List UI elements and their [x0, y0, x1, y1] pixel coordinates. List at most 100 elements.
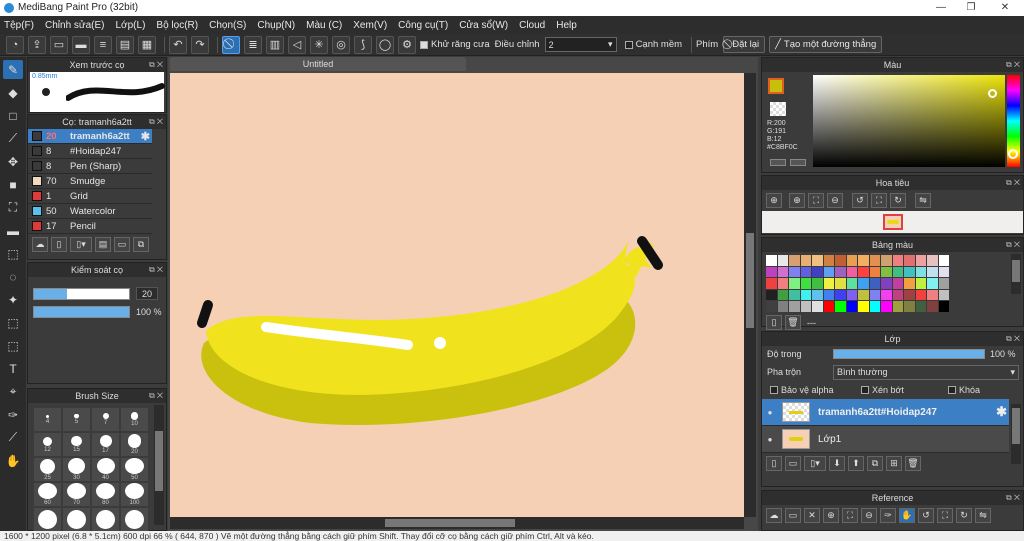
delete-palette-icon[interactable]: 🗑: [785, 315, 801, 330]
float-icon[interactable]: ⧉ ✕: [1006, 58, 1020, 72]
brush-size-cell[interactable]: 50: [120, 457, 149, 482]
eyedropper-icon[interactable]: ✑: [3, 405, 23, 424]
transparent-swatch[interactable]: [770, 102, 786, 116]
palette-swatch[interactable]: [881, 301, 892, 312]
brush-size-cell[interactable]: 10: [120, 407, 149, 432]
brush-item[interactable]: 50 Watercolor: [28, 204, 152, 219]
navigator-preview[interactable]: [762, 211, 1023, 233]
palette-swatch[interactable]: [846, 255, 857, 266]
scrollbar-thumb[interactable]: [746, 233, 754, 328]
brush-size-cell[interactable]: 70: [62, 482, 91, 507]
delete-layer-icon[interactable]: 🗑: [905, 455, 921, 471]
palette-swatch[interactable]: [777, 301, 788, 312]
layer-scrollbar[interactable]: [1011, 404, 1021, 464]
flip-icon[interactable]: ⇋: [975, 507, 991, 523]
add-color-icon[interactable]: [770, 159, 786, 166]
brush-size-cell[interactable]: 7: [91, 407, 120, 432]
palette-swatch[interactable]: [812, 278, 823, 289]
palette-swatch[interactable]: [823, 301, 834, 312]
antialias-checkbox[interactable]: [420, 40, 428, 49]
zoom-out-icon[interactable]: ⊖: [861, 507, 877, 523]
brush-size-cell[interactable]: [91, 507, 120, 532]
palette-swatch[interactable]: [812, 301, 823, 312]
operation-tool-icon[interactable]: ⌖: [3, 382, 23, 401]
palette-swatch[interactable]: [789, 266, 800, 277]
minimize-button[interactable]: —: [926, 0, 956, 16]
float-icon[interactable]: ⧉ ✕: [149, 58, 163, 72]
scrollbar-thumb[interactable]: [155, 431, 163, 491]
brush-size-cell[interactable]: 5: [62, 407, 91, 432]
palette-swatch[interactable]: [800, 289, 811, 300]
palette-swatch[interactable]: [915, 289, 926, 300]
dot-tool-icon[interactable]: ⟋: [3, 129, 23, 148]
palette-swatch[interactable]: [915, 301, 926, 312]
eye-icon[interactable]: ●: [762, 408, 778, 417]
palette-swatch[interactable]: [823, 255, 834, 266]
undo-icon[interactable]: ↶: [169, 35, 187, 54]
float-icon[interactable]: ⧉ ✕: [1006, 332, 1020, 346]
brush-settings-icon[interactable]: ▤: [95, 236, 111, 252]
menu-item[interactable]: Chỉnh sửa(E): [45, 20, 105, 31]
add-layer-icon[interactable]: ▯▾: [804, 455, 826, 471]
palette-swatch[interactable]: [858, 301, 869, 312]
float-icon[interactable]: ⧉ ✕: [1006, 491, 1020, 505]
palette-swatch[interactable]: [812, 266, 823, 277]
new-layer-icon[interactable]: ▯: [766, 455, 782, 471]
palette-swatch[interactable]: [858, 289, 869, 300]
palette-swatch[interactable]: [800, 255, 811, 266]
text-tool-icon[interactable]: T: [3, 359, 23, 378]
dropper-icon[interactable]: ⟋: [3, 428, 23, 447]
palette-swatch[interactable]: [800, 278, 811, 289]
lock-checkbox[interactable]: [948, 386, 956, 394]
palette-swatch[interactable]: [892, 255, 903, 266]
palette-swatch[interactable]: [927, 255, 938, 266]
speech-icon[interactable]: ▭: [50, 35, 68, 54]
palette-swatch[interactable]: [800, 301, 811, 312]
brush-item[interactable]: 17 Pencil: [28, 219, 152, 234]
brush-size-cell[interactable]: [62, 507, 91, 532]
eraser-fill-icon[interactable]: ◔: [6, 35, 24, 54]
palette-swatch[interactable]: [766, 255, 777, 266]
hue-slider[interactable]: [1007, 75, 1020, 167]
palette-swatch[interactable]: [904, 278, 915, 289]
rect-tool-icon[interactable]: □: [3, 106, 23, 125]
snap-settings-icon[interactable]: ⚙: [398, 35, 416, 54]
palette-swatch[interactable]: [766, 266, 777, 277]
palette-swatch[interactable]: [766, 278, 777, 289]
brush-size-cell[interactable]: 30: [62, 457, 91, 482]
snap-grid-icon[interactable]: ▥: [266, 35, 284, 54]
fit-icon[interactable]: ⛶: [808, 192, 824, 208]
palette-swatch[interactable]: [938, 266, 949, 277]
drawing-canvas[interactable]: [170, 73, 744, 517]
scrollbar-thumb[interactable]: [1012, 260, 1020, 282]
float-icon[interactable]: ⧉ ✕: [149, 115, 163, 129]
palette-swatch[interactable]: [835, 289, 846, 300]
palette-swatch[interactable]: [915, 255, 926, 266]
bucket-tool-icon[interactable]: ⛶: [3, 198, 23, 217]
eraser-tool-icon[interactable]: ◆: [3, 83, 23, 102]
close-button[interactable]: ✕: [990, 0, 1020, 16]
palette-swatch[interactable]: [846, 266, 857, 277]
palette-swatch[interactable]: [789, 301, 800, 312]
menu-item[interactable]: Help: [556, 20, 577, 31]
palette-scrollbar[interactable]: [1011, 254, 1021, 294]
palette-swatch[interactable]: [904, 289, 915, 300]
brush-opacity-slider[interactable]: [33, 306, 130, 318]
flip-icon[interactable]: ⇋: [915, 192, 931, 208]
palette-swatch[interactable]: [938, 255, 949, 266]
brush-size-value[interactable]: 20: [136, 287, 158, 300]
palette-swatch[interactable]: [846, 301, 857, 312]
select-eraser-icon[interactable]: ⬚: [3, 336, 23, 355]
maximize-button[interactable]: ❐: [956, 0, 986, 16]
menu-item[interactable]: Tệp(F): [4, 20, 34, 31]
palette-swatch[interactable]: [835, 255, 846, 266]
snap-radial-icon[interactable]: ✳: [310, 35, 328, 54]
gear-icon[interactable]: ✱: [141, 130, 150, 143]
cloud-icon[interactable]: ☁: [766, 507, 782, 523]
gradient-tool-icon[interactable]: ▬: [3, 221, 23, 240]
palette-swatch[interactable]: [789, 255, 800, 266]
color-picker-cursor[interactable]: [988, 89, 997, 98]
layer-row[interactable]: ● Lớp1: [762, 426, 1009, 453]
straight-line-button[interactable]: ╱ Tạo một đường thẳng: [769, 36, 883, 53]
float-icon[interactable]: ⧉ ✕: [1006, 176, 1020, 190]
